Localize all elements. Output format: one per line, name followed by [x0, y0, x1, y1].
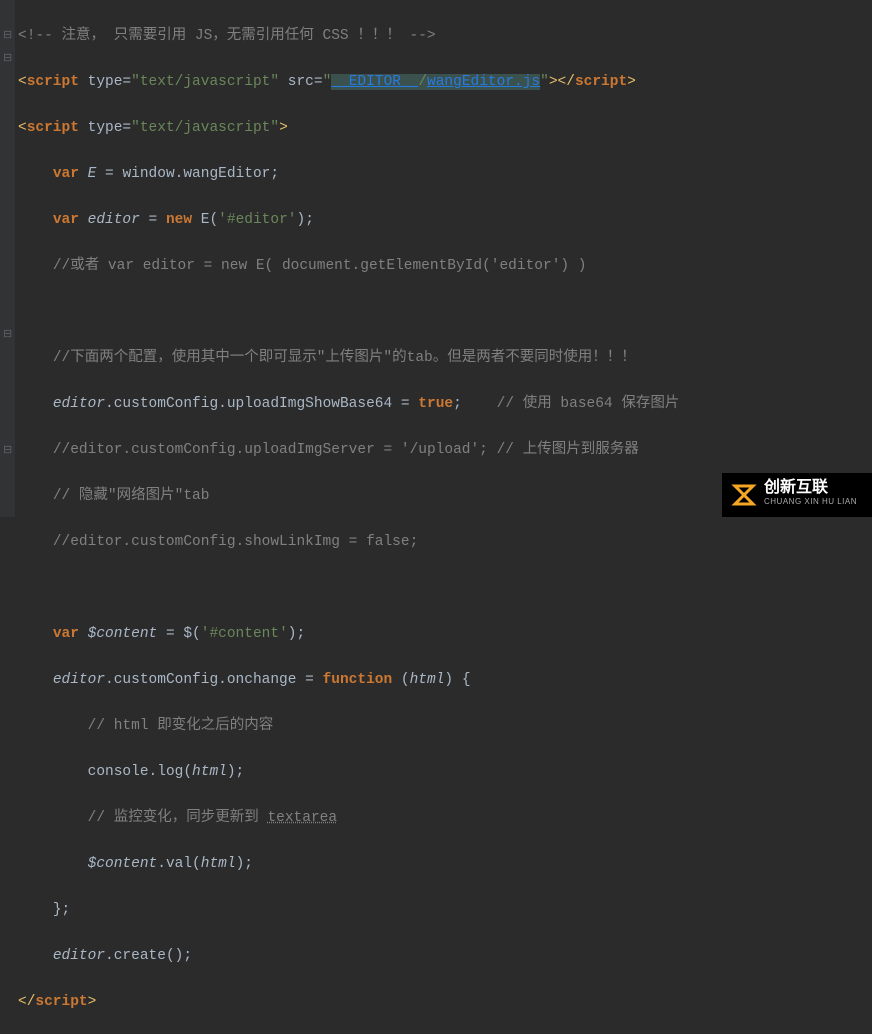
- string: ": [323, 74, 332, 90]
- expr: );: [288, 626, 305, 642]
- attr: type=: [88, 120, 132, 136]
- code-editor[interactable]: <!-- 注意， 只需要引用 JS，无需引用任何 CSS ！！！ --> <sc…: [18, 2, 679, 1034]
- expr: window.wangEditor;: [122, 166, 279, 182]
- fn: $(: [183, 626, 200, 642]
- member: .create();: [105, 948, 192, 964]
- tag-open: </: [18, 994, 35, 1010]
- keyword: new: [166, 212, 201, 228]
- param: html: [410, 672, 445, 688]
- comment: // 隐藏"网络图片"tab: [53, 488, 210, 504]
- expr: );: [297, 212, 314, 228]
- operator: =: [401, 396, 418, 412]
- operator: =: [105, 166, 122, 182]
- paren: (: [401, 672, 410, 688]
- tag-close: >: [88, 994, 97, 1010]
- tag-close: >: [627, 74, 636, 90]
- comment: // 监控变化，同步更新到: [88, 810, 268, 826]
- comment: <!-- 注意， 只需要引用 JS，无需引用任何 CSS ！！！ -->: [18, 28, 436, 44]
- keyword: var: [53, 166, 79, 182]
- keyword: function: [323, 672, 401, 688]
- operator: =: [149, 212, 166, 228]
- brace: ) {: [444, 672, 470, 688]
- operator: =: [166, 626, 183, 642]
- fold-icon[interactable]: ⊟: [3, 48, 12, 71]
- fold-icon[interactable]: ⊟: [3, 25, 12, 48]
- keyword: var: [53, 212, 79, 228]
- watermark-brand: 创新互联: [764, 481, 857, 495]
- gutter: ⊟ ⊟ ⊟ ⊟: [0, 0, 15, 517]
- keyword: var: [53, 626, 79, 642]
- tag-open: <: [18, 120, 27, 136]
- src-link[interactable]: wangEditor.js: [427, 74, 540, 90]
- keyword: true: [418, 396, 453, 412]
- tag-name: script: [575, 74, 627, 90]
- tag-open: <: [18, 74, 27, 90]
- fold-icon[interactable]: ⊟: [3, 440, 12, 463]
- string: ": [540, 74, 549, 90]
- operator: =: [305, 672, 322, 688]
- comment: // 使用 base64 保存图片: [462, 396, 680, 412]
- attr: src=: [279, 74, 323, 90]
- watermark: 创新互联 CHUANG XIN HU LIAN: [722, 473, 872, 517]
- logo-icon: [728, 479, 760, 511]
- obj: editor: [53, 672, 105, 688]
- watermark-sub: CHUANG XIN HU LIAN: [764, 495, 857, 509]
- string: "text/javascript": [131, 74, 279, 90]
- expr: console.log(: [88, 764, 192, 780]
- fold-icon[interactable]: ⊟: [3, 324, 12, 347]
- obj: editor: [53, 396, 105, 412]
- var-name: editor: [79, 212, 149, 228]
- ctor: E(: [201, 212, 218, 228]
- comment: //editor.customConfig.showLinkImg = fals…: [53, 534, 418, 550]
- param: html: [201, 856, 236, 872]
- comment: //或者 var editor = new E( document.getEle…: [53, 258, 587, 274]
- tag-close: ></: [549, 74, 575, 90]
- tag-name: script: [35, 994, 87, 1010]
- string: /: [418, 74, 427, 90]
- string: "text/javascript": [131, 120, 279, 136]
- member: .val(: [157, 856, 201, 872]
- var-name: $content: [79, 626, 166, 642]
- comment: //下面两个配置，使用其中一个即可显示"上传图片"的tab。但是两者不要同时使用…: [53, 350, 636, 366]
- src-link[interactable]: __EDITOR__: [331, 74, 418, 90]
- comment: //editor.customConfig.uploadImgServer = …: [53, 442, 639, 458]
- tag-name: script: [27, 120, 88, 136]
- member: .customConfig.uploadImgShowBase64: [105, 396, 401, 412]
- obj: editor: [53, 948, 105, 964]
- tag-close: >: [279, 120, 288, 136]
- member: .customConfig.onchange: [105, 672, 305, 688]
- var-name: E: [79, 166, 105, 182]
- string: '#editor': [218, 212, 296, 228]
- obj: $content: [88, 856, 158, 872]
- param: html: [192, 764, 227, 780]
- semi: ;: [453, 396, 462, 412]
- expr: );: [227, 764, 244, 780]
- attr: type=: [88, 74, 132, 90]
- string: '#content': [201, 626, 288, 642]
- expr: );: [236, 856, 253, 872]
- tag-name: script: [27, 74, 88, 90]
- comment-typo: textarea: [267, 810, 337, 826]
- brace: };: [53, 902, 70, 918]
- comment: // html 即变化之后的内容: [88, 718, 274, 734]
